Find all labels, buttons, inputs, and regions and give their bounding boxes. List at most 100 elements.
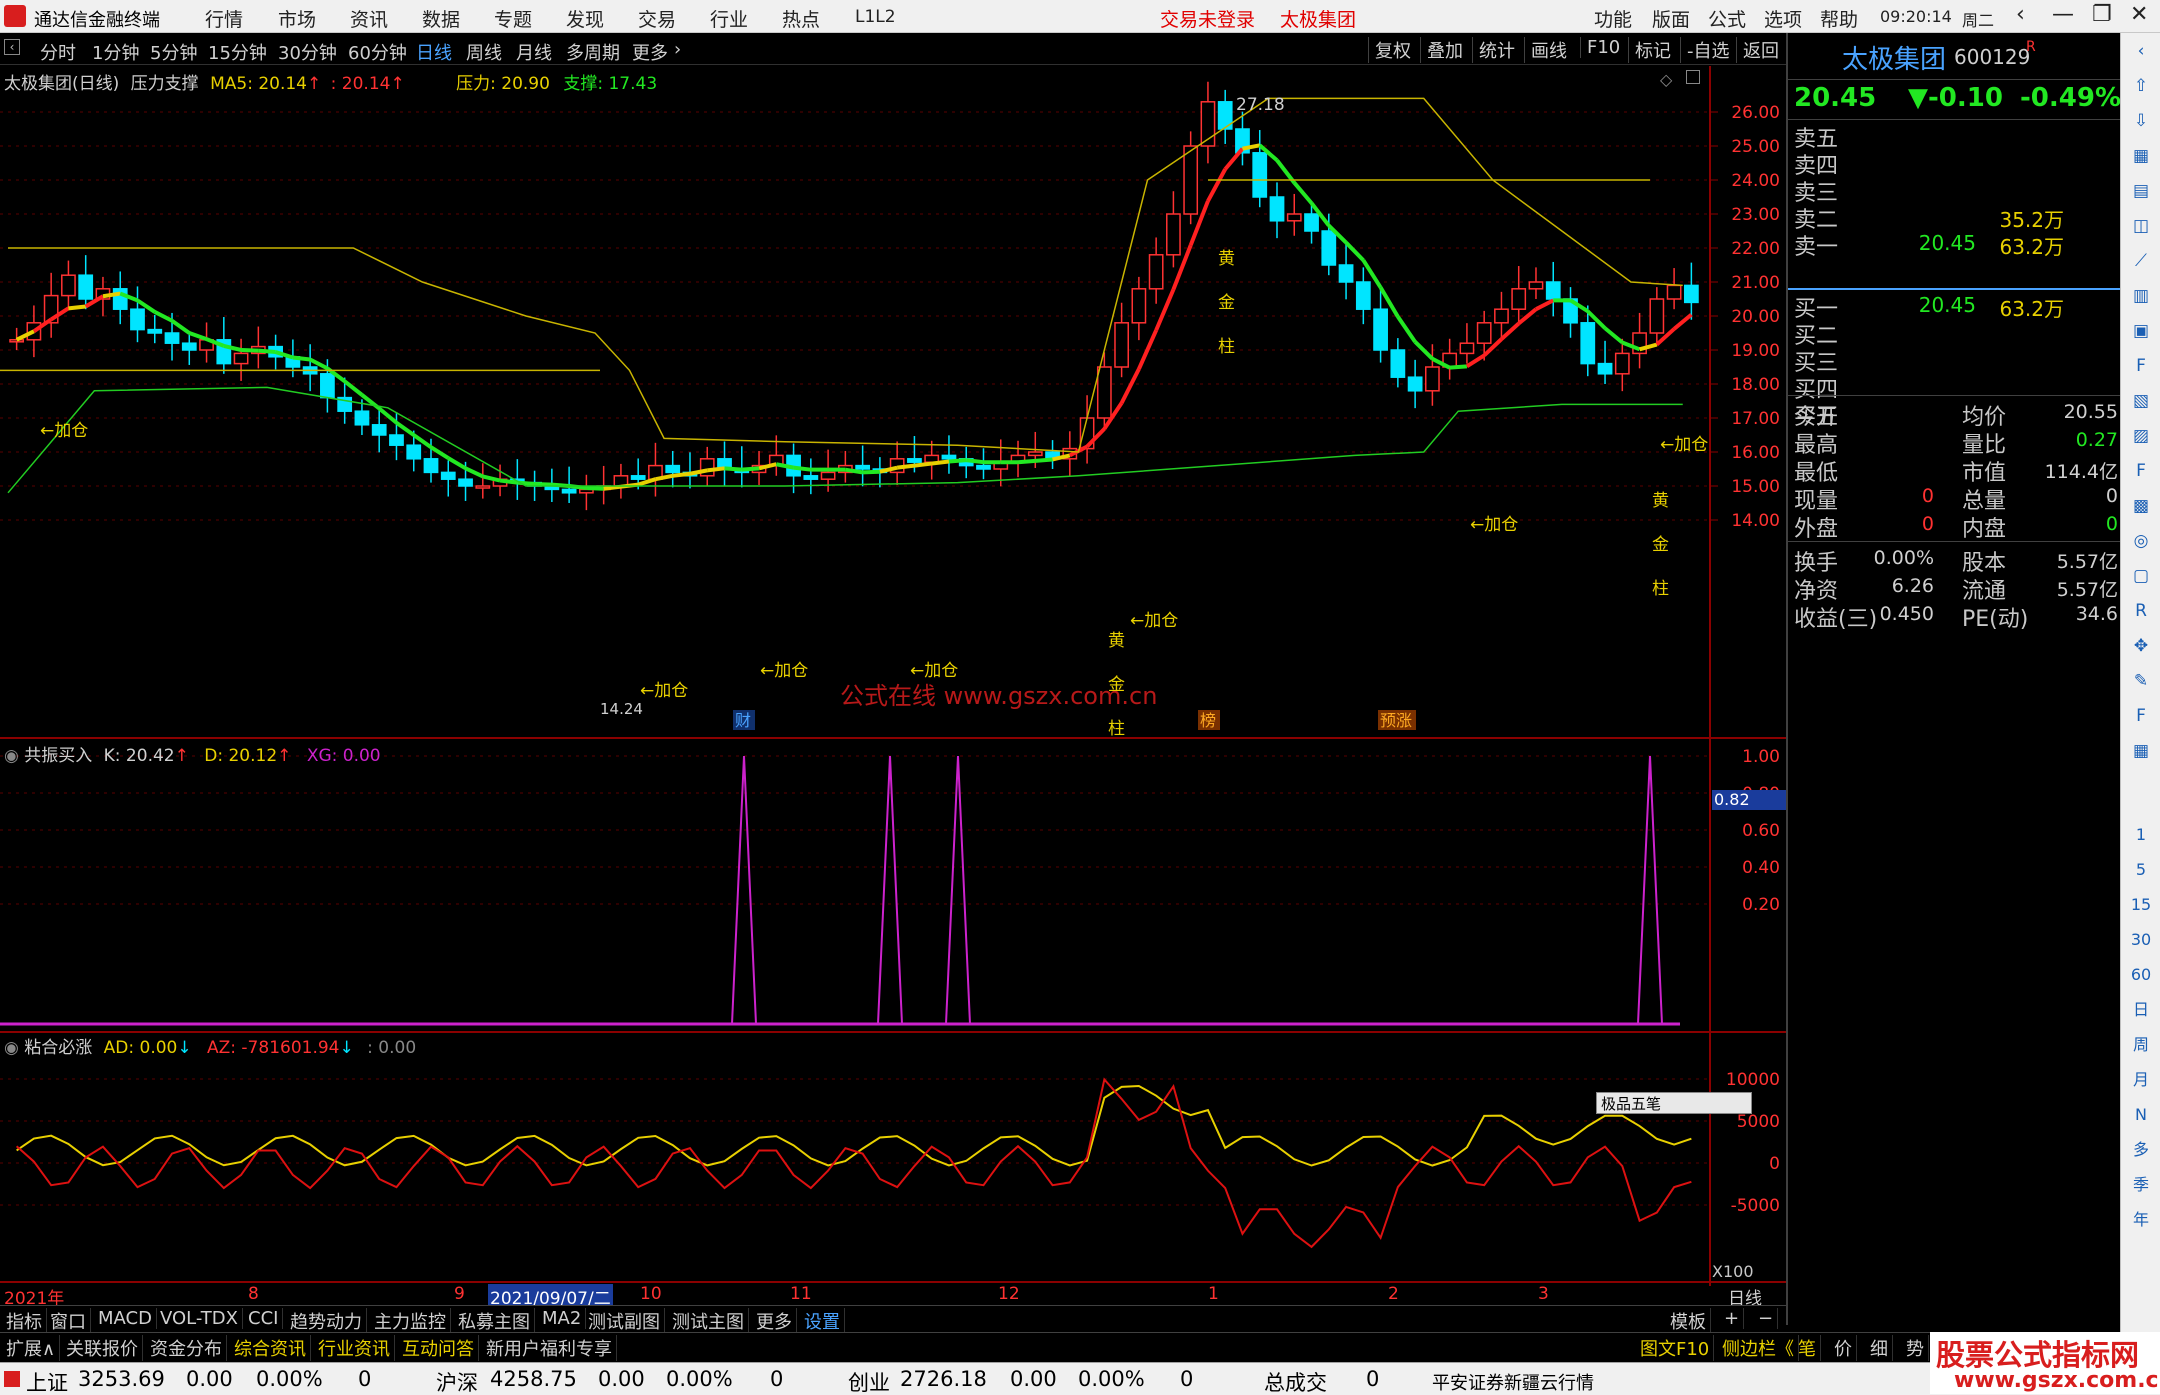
candle-body[interactable] (1148, 254, 1164, 290)
trend-icon[interactable]: ⟋ (2129, 249, 2153, 273)
candle-body[interactable] (803, 475, 819, 480)
menu-shuju[interactable]: 数据 (422, 5, 460, 32)
tab-cci[interactable]: CCI (244, 1308, 284, 1329)
candle-body[interactable] (458, 478, 473, 487)
tool-fuquan[interactable]: 复权 (1368, 37, 1411, 63)
candle-body[interactable] (1166, 213, 1181, 256)
candle-body[interactable] (1614, 352, 1630, 375)
candle-body[interactable] (976, 464, 991, 470)
period-monthly[interactable]: 月线 (516, 39, 552, 65)
ime-toolbar[interactable]: 极品五笔 (1596, 1092, 1752, 1114)
down-icon[interactable]: ⇩ (2129, 109, 2153, 133)
candle-body[interactable] (630, 475, 646, 480)
tool-diejia[interactable]: 叠加 (1420, 37, 1463, 63)
cy-name[interactable]: 创业 (848, 1367, 890, 1395)
candle-body[interactable] (1632, 332, 1647, 355)
strip-period-11[interactable]: 年 (2129, 1208, 2153, 1232)
strip-period-5[interactable]: 日 (2129, 998, 2153, 1022)
tab-more[interactable]: 更多 (752, 1308, 797, 1334)
tab-simu[interactable]: 私募主图 (454, 1308, 535, 1334)
candle-body[interactable] (475, 485, 491, 489)
sell-row[interactable]: 卖四 (1788, 148, 2122, 179)
strip-period-9[interactable]: 多 (2129, 1138, 2153, 1162)
buy-row[interactable]: 买二 (1788, 318, 2122, 349)
candle-body[interactable] (1545, 281, 1561, 300)
tab-guanlian[interactable]: 关联报价 (62, 1335, 143, 1361)
main-indicator-name[interactable]: 压力支撑 (131, 74, 199, 94)
move-icon[interactable]: ✥ (2129, 634, 2153, 658)
buy-row[interactable]: 买三 (1788, 345, 2122, 376)
tab-chuangkou[interactable]: 窗口 (46, 1308, 91, 1334)
candle-body[interactable] (1528, 281, 1544, 290)
tab-xi[interactable]: 细 (1866, 1335, 1893, 1361)
candle-body[interactable] (389, 434, 404, 446)
candle-body[interactable] (1407, 376, 1423, 392)
candle-body[interactable] (181, 342, 197, 351)
strip-period-0[interactable]: 1 (2129, 823, 2153, 847)
candle-body[interactable] (112, 288, 128, 310)
period-5min[interactable]: 5分钟 (150, 39, 197, 65)
period-more[interactable]: 更多 (632, 39, 668, 65)
candle-body[interactable] (61, 274, 76, 297)
panel-icon[interactable]: ◫ (2129, 214, 2153, 238)
period-fenshi[interactable]: 分时 (40, 39, 76, 65)
tab-jia[interactable]: 价 (1830, 1335, 1857, 1361)
sell-row[interactable]: 卖一 20.45 63.2万 (1788, 229, 2122, 260)
candle-body[interactable] (1131, 288, 1147, 324)
candle-body[interactable] (1114, 322, 1129, 368)
candle-body[interactable] (423, 458, 439, 474)
candle-body[interactable] (1390, 349, 1406, 378)
tool-zixuan[interactable]: -自选 (1680, 37, 1730, 63)
menu-hangqing[interactable]: 行情 (205, 5, 243, 32)
tab-vol-tdx[interactable]: VOL-TDX (156, 1308, 243, 1329)
tab-bi[interactable]: 笔 (1794, 1335, 1821, 1361)
candle-body[interactable] (820, 471, 836, 480)
menu-gongneng[interactable]: 功能 (1594, 5, 1632, 32)
menu-redian[interactable]: 热点 (782, 5, 820, 32)
candle-body[interactable] (164, 332, 180, 344)
stack-icon[interactable]: ▩ (2129, 494, 2153, 518)
close-icon[interactable]: ✕ (2130, 2, 2148, 27)
tab-macd[interactable]: MACD (94, 1308, 157, 1329)
menu-hangye[interactable]: 行业 (710, 5, 748, 32)
menu-zixun[interactable]: 资讯 (350, 5, 388, 32)
tab-zonghe[interactable]: 综合资讯 (230, 1335, 311, 1361)
add-icon[interactable]: + (1720, 1308, 1745, 1329)
menu-shichang[interactable]: 市场 (278, 5, 316, 32)
tab-ceshi-fu[interactable]: 测试副图 (584, 1308, 665, 1334)
candle-body[interactable] (1338, 264, 1354, 283)
chevron-right-icon[interactable]: › (674, 39, 681, 60)
menu-faxian[interactable]: 发现 (566, 5, 604, 32)
period-30min[interactable]: 30分钟 (278, 39, 337, 65)
tab-zhuli[interactable]: 主力监控 (370, 1308, 451, 1334)
period-60min[interactable]: 60分钟 (348, 39, 407, 65)
sub2-collapse-icon[interactable]: ◉ (4, 1038, 19, 1058)
tool-huaxian[interactable]: 画线 (1524, 37, 1567, 63)
candle-body[interactable] (1459, 342, 1475, 355)
candle-body[interactable] (665, 464, 681, 474)
sell-row[interactable]: 卖三 (1788, 175, 2122, 206)
strip-period-10[interactable]: 季 (2129, 1173, 2153, 1197)
candle-body[interactable] (1027, 451, 1043, 457)
sell-row[interactable]: 卖二 35.2万 (1788, 202, 2122, 233)
restore-icon[interactable]: ❐ (2092, 2, 2112, 27)
menu-zhuanti[interactable]: 专题 (494, 5, 532, 32)
tool-f10[interactable]: F10 (1580, 37, 1620, 58)
candle-body[interactable] (1666, 284, 1682, 300)
candle-body[interactable] (440, 471, 456, 480)
candle-body[interactable] (1597, 362, 1613, 375)
period-weekly[interactable]: 周线 (466, 39, 502, 65)
strip-period-7[interactable]: 月 (2129, 1068, 2153, 1092)
menu-banmian[interactable]: 版面 (1652, 5, 1690, 32)
tab-tuwen-f10[interactable]: 图文F10 (1636, 1335, 1715, 1361)
sz-name[interactable]: 沪深 (436, 1367, 478, 1395)
tab-ceshi-zhu[interactable]: 测试主图 (668, 1308, 749, 1334)
menu-bangzhu[interactable]: 帮助 (1820, 5, 1858, 32)
tab-hangye[interactable]: 行业资讯 (314, 1335, 395, 1361)
menu-xuanxiang[interactable]: 选项 (1764, 5, 1802, 32)
strip-period-8[interactable]: N (2129, 1103, 2153, 1127)
back-arrow-icon[interactable]: ‹ (2016, 2, 2025, 27)
candle-body[interactable] (1511, 288, 1527, 310)
strip-period-4[interactable]: 60 (2129, 963, 2153, 987)
tab-zhibiao[interactable]: 指标 (2, 1308, 47, 1334)
